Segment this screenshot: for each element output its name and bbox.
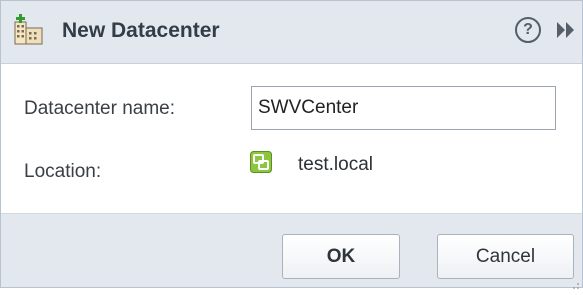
- location-label: Location:: [24, 161, 102, 182]
- dialog-titlebar: New Datacenter ?: [1, 1, 582, 64]
- datacenter-name-label: Datacenter name:: [24, 98, 176, 119]
- dialog-title: New Datacenter: [62, 19, 220, 42]
- location-value: test.local: [298, 154, 373, 175]
- help-icon[interactable]: ?: [515, 17, 541, 43]
- cancel-button[interactable]: Cancel: [437, 234, 574, 279]
- new-datacenter-dialog: New Datacenter ? Datacenter name: Locati…: [0, 0, 583, 289]
- vcenter-icon: [250, 151, 272, 173]
- resize-grip-icon[interactable]: [572, 277, 580, 289]
- datacenter-name-input[interactable]: [251, 86, 556, 130]
- expand-icon[interactable]: [557, 20, 583, 40]
- datacenter-add-icon: [12, 14, 46, 46]
- ok-button[interactable]: OK: [282, 234, 400, 279]
